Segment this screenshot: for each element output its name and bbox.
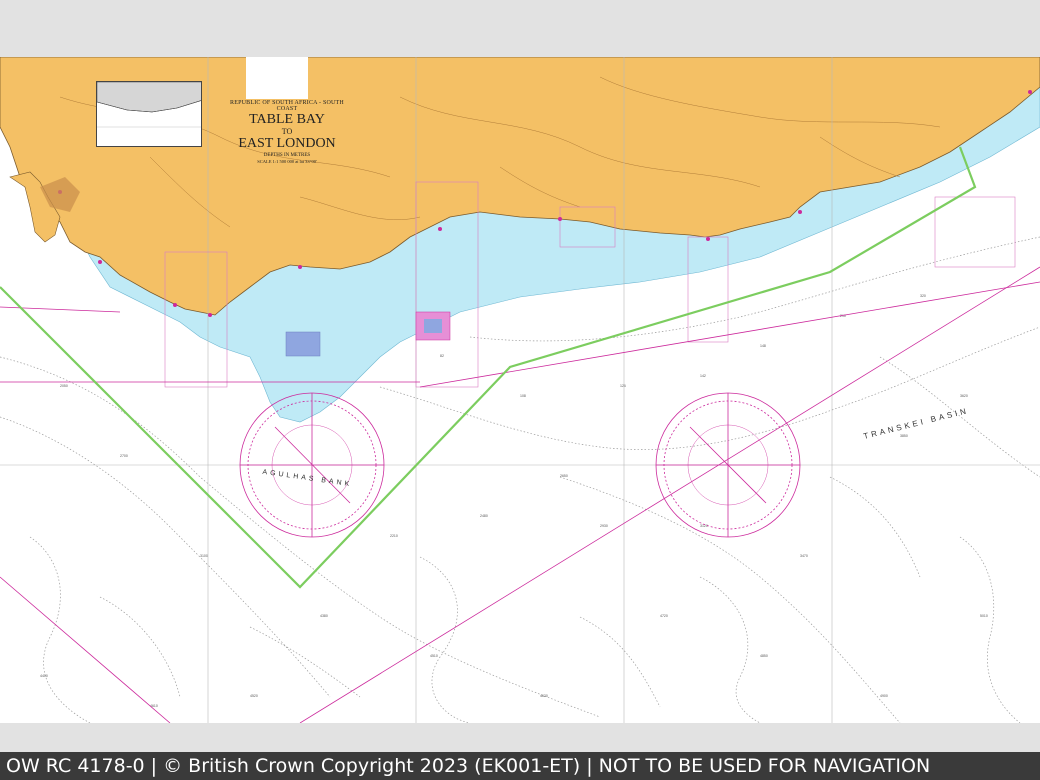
svg-text:320: 320 xyxy=(920,294,926,298)
footer-text: OW RC 4178-0 | © British Crown Copyright… xyxy=(6,755,931,777)
index-inset-map xyxy=(96,81,202,147)
inset-graphic xyxy=(97,82,201,128)
svg-text:126: 126 xyxy=(620,384,626,388)
svg-text:4510: 4510 xyxy=(430,654,438,658)
svg-text:4620: 4620 xyxy=(540,694,548,698)
svg-text:3850: 3850 xyxy=(900,434,908,438)
restricted-area-3 xyxy=(424,319,442,333)
svg-text:2050: 2050 xyxy=(60,384,68,388)
svg-text:82: 82 xyxy=(440,354,444,358)
svg-text:4400: 4400 xyxy=(40,674,48,678)
svg-text:3100: 3100 xyxy=(200,554,208,558)
svg-text:4520: 4520 xyxy=(250,694,258,698)
svg-text:2650: 2650 xyxy=(560,474,568,478)
bottom-margin-band xyxy=(0,723,1040,752)
svg-text:148: 148 xyxy=(760,344,766,348)
copyright-footer: OW RC 4178-0 | © British Crown Copyright… xyxy=(0,752,1040,780)
svg-text:142: 142 xyxy=(700,374,706,378)
chart-graphic: 2050 2700 3100 4380 4510 4620 4720 4850 4900 5… xyxy=(0,57,1040,723)
svg-text:2930: 2930 xyxy=(600,524,608,528)
chart-title-block: REPUBLIC OF SOUTH AFRICA - SOUTH COAST T… xyxy=(222,100,352,164)
svg-text:4850: 4850 xyxy=(760,654,768,658)
title-main-2: EAST LONDON xyxy=(238,136,336,151)
svg-text:5010: 5010 xyxy=(980,614,988,618)
blank-label-area xyxy=(246,57,308,99)
svg-text:108: 108 xyxy=(520,394,526,398)
svg-text:4380: 4380 xyxy=(320,614,328,618)
top-margin-band xyxy=(0,0,1040,57)
title-scale: SCALE 1:1 500 000 at lat 33°00' xyxy=(257,159,317,164)
title-to: TO xyxy=(281,127,293,136)
nautical-chart[interactable]: 2050 2700 3100 4380 4510 4620 4720 4850 4900 5… xyxy=(0,57,1040,723)
svg-text:2700: 2700 xyxy=(120,454,128,458)
svg-text:2210: 2210 xyxy=(390,534,398,538)
svg-text:3620: 3620 xyxy=(960,394,968,398)
restricted-area-1 xyxy=(285,331,321,357)
title-region: REPUBLIC OF SOUTH AFRICA - SOUTH COAST xyxy=(230,100,344,112)
title-depths: DEPTHS IN METRES xyxy=(263,153,311,158)
svg-text:2480: 2480 xyxy=(480,514,488,518)
svg-text:4900: 4900 xyxy=(880,694,888,698)
svg-text:4720: 4720 xyxy=(660,614,668,618)
svg-text:4610: 4610 xyxy=(150,704,158,708)
svg-text:3470: 3470 xyxy=(800,554,808,558)
title-main-1: TABLE BAY xyxy=(249,112,325,127)
